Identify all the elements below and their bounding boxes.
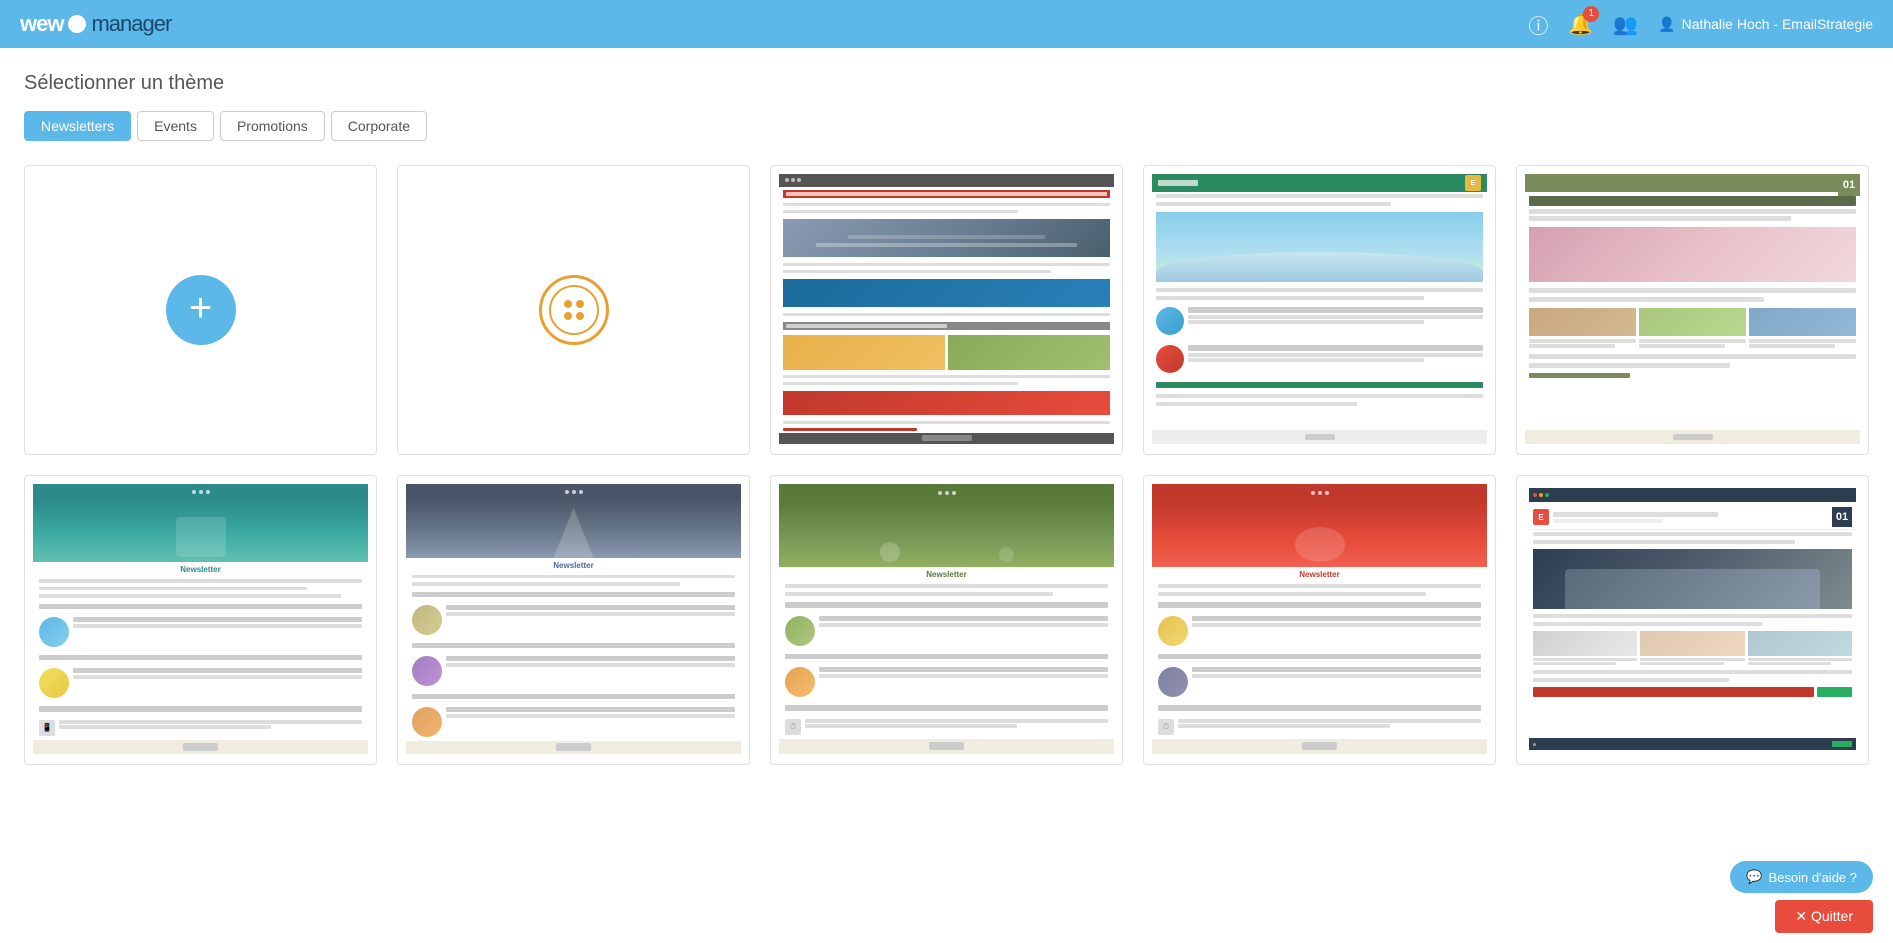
template-winter-preview: Newsletter: [406, 484, 741, 754]
logo-circle: [68, 15, 86, 33]
plus-symbol: +: [189, 288, 212, 328]
template-summer-teal-preview: Newsletter: [33, 484, 368, 754]
card-add-new[interactable]: +: [24, 165, 377, 455]
tabs-container: Newsletters Events Promotions Corporate: [24, 111, 1869, 141]
header: wew manager ⓘ 🔔 1 👥 👤 Nathalie Hoch - Em…: [0, 0, 1893, 48]
logo-wew: wew: [20, 11, 63, 37]
card-template-green[interactable]: Newsletter: [770, 475, 1123, 765]
tab-newsletters[interactable]: Newsletters: [24, 111, 131, 141]
user-label[interactable]: 👤 Nathalie Hoch - EmailStrategie: [1658, 16, 1873, 33]
card-template-laptop[interactable]: E 01: [1516, 475, 1869, 765]
template-beach-preview: E: [1152, 174, 1487, 444]
logo: wew manager: [20, 11, 171, 37]
custom-dot-3: [564, 312, 572, 320]
custom-template-icon: [539, 275, 609, 345]
card-template-summer-teal[interactable]: Newsletter: [24, 475, 377, 765]
logo-manager: manager: [91, 11, 171, 37]
template-laptop-preview: E 01: [1525, 484, 1860, 754]
custom-dots: [564, 300, 584, 320]
card-template-winter[interactable]: Newsletter: [397, 475, 750, 765]
custom-inner-circle: [549, 285, 599, 335]
tab-events[interactable]: Events: [137, 111, 214, 141]
card-custom-template[interactable]: [397, 165, 750, 455]
help-button[interactable]: 💬 Besoin d'aide ?: [1730, 861, 1873, 893]
template-city-preview: [779, 174, 1114, 444]
t-city-header: [779, 174, 1114, 187]
custom-dot-2: [576, 300, 584, 308]
custom-dot-1: [564, 300, 572, 308]
header-icons: ⓘ 🔔 1 👥 👤 Nathalie Hoch - EmailStrategie: [1528, 10, 1873, 39]
chat-icon: 💬: [1746, 869, 1762, 885]
add-icon: +: [166, 275, 236, 345]
template-red-preview: Newsletter: [1152, 484, 1487, 754]
user-name: Nathalie Hoch - EmailStrategie: [1682, 16, 1873, 32]
help-label: Besoin d'aide ?: [1769, 870, 1858, 885]
page-title: Sélectionner un thème: [24, 72, 1869, 95]
help-icon[interactable]: ⓘ: [1528, 10, 1548, 39]
template-flowers-preview: 01: [1525, 174, 1860, 444]
custom-dot-4: [576, 312, 584, 320]
t-summer-title: Newsletter: [33, 562, 368, 577]
card-template-beach[interactable]: E: [1143, 165, 1496, 455]
card-template-flowers[interactable]: 01: [1516, 165, 1869, 455]
templates-grid: +: [24, 165, 1869, 765]
notification-badge: 1: [1583, 6, 1599, 22]
tab-corporate[interactable]: Corporate: [331, 111, 427, 141]
card-template-city[interactable]: [770, 165, 1123, 455]
card-template-red[interactable]: Newsletter: [1143, 475, 1496, 765]
user-avatar-icon: 👤: [1658, 16, 1675, 33]
users-icon[interactable]: 👥: [1613, 12, 1638, 37]
notifications-icon[interactable]: 🔔 1: [1568, 12, 1593, 37]
quit-button[interactable]: ✕ Quitter: [1775, 900, 1873, 933]
tab-promotions[interactable]: Promotions: [220, 111, 325, 141]
template-green-preview: Newsletter: [779, 484, 1114, 754]
main-content: Sélectionner un thème Newsletters Events…: [0, 48, 1893, 943]
